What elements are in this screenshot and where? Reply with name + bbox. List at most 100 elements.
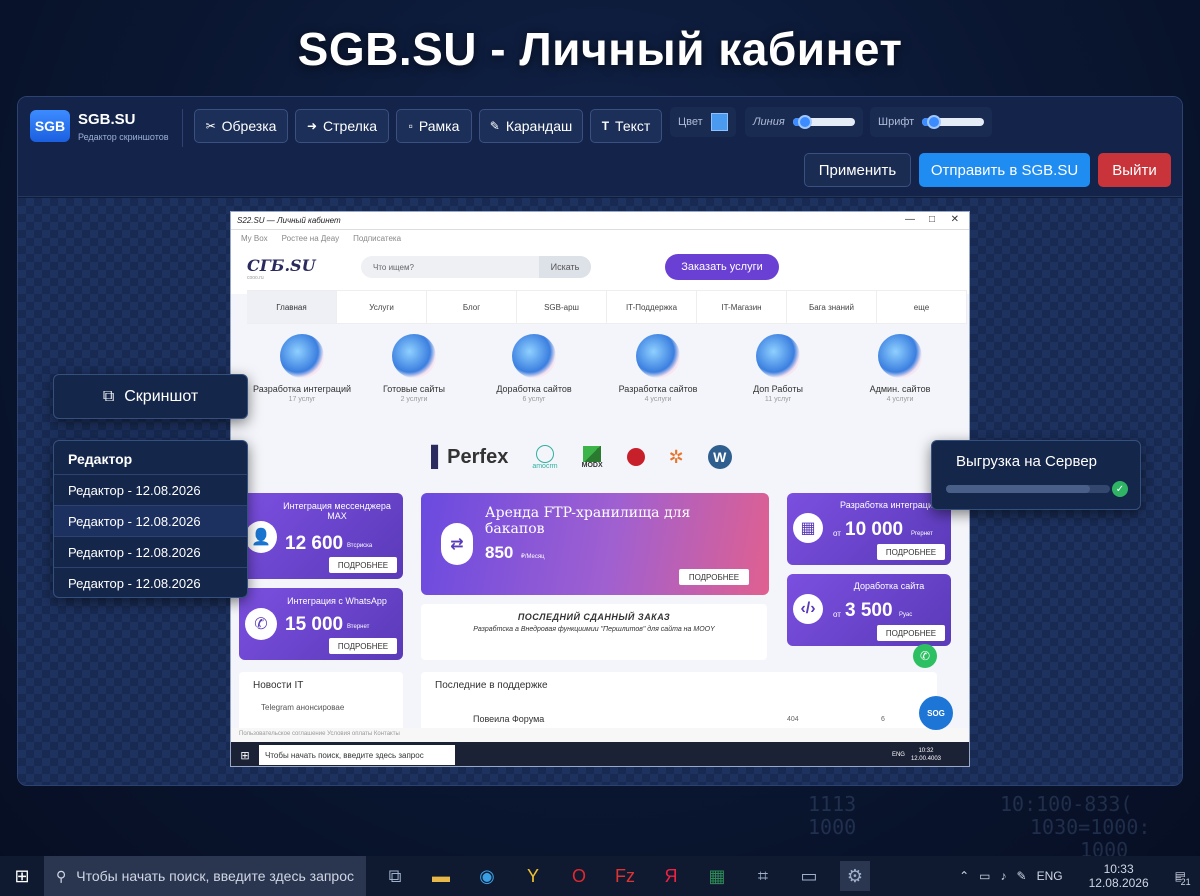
arrow-button[interactable]: ➜ Стрелка [295,109,389,143]
volume-icon[interactable]: ♪ [1001,869,1007,883]
order-services-button[interactable]: Заказать услуги [665,254,779,280]
divider [182,109,183,147]
crop-button[interactable]: ✂ Обрезка [194,109,288,143]
card-max[interactable]: Интеграция мессенджера MAX 👤 12 600 Втср… [239,493,403,579]
color-picker[interactable]: Цвет [670,107,736,137]
category-item[interactable]: Админ. сайтов 4 услуги [845,334,955,403]
card-more-button[interactable]: ПОДРОБНЕЕ [877,625,945,641]
category-item[interactable]: Доработка сайтов 6 услуг [479,334,589,403]
opencart-icon [626,448,645,466]
screenshot-preview[interactable]: S22.SU — Личный кабинет — □ ✕ My Box Рос… [230,211,970,767]
exit-button[interactable]: Выйти [1098,153,1171,187]
taskbar-search-input[interactable]: ⚲ Чтобы начать поиск, введите здесь запро… [44,856,366,896]
font-slider-knob[interactable] [927,115,942,129]
whatsapp-chat-icon[interactable]: ✆ [913,644,937,668]
nav-support[interactable]: IT-Поддержка [607,291,697,323]
card-more-button[interactable]: ПОДРОБНЕЕ [329,638,397,654]
perfex-logo: ▌ Perfex [431,445,509,468]
category-name: Админ. сайтов [869,384,931,394]
active-app-icon[interactable]: ⚙ [840,861,870,891]
nav-home[interactable]: Главная [247,291,337,323]
background-number: 1113 [808,792,857,816]
line-width-slider[interactable] [792,115,855,129]
task-view-icon[interactable]: ⧉ [380,861,410,891]
category-item[interactable]: Готовые сайты 2 услуги [359,334,469,403]
card-more-button[interactable]: ПОДРОБНЕЕ [329,557,397,573]
nav-shop[interactable]: IT-Магазин [697,291,787,323]
windows-start-icon[interactable]: ⊞ [231,749,259,762]
chat-badge[interactable]: SOG [919,696,953,730]
sheet-icon[interactable]: ▦ [702,861,732,891]
app-subtitle: Редактор скриншотов [78,132,169,142]
opera-icon[interactable]: O [564,861,594,891]
line-label: Линия [753,116,785,128]
frame-label: Рамка [418,118,460,134]
edge-icon[interactable]: ◉ [472,861,502,891]
topline-item[interactable]: Ростее на Деау [282,234,339,243]
font-size-slider[interactable] [922,115,984,129]
apply-button[interactable]: Применить [804,153,911,187]
editor-list-item[interactable]: Редактор - 12.08.2026 [54,475,247,506]
screenshot-button[interactable]: ⧉ Скриншот [53,374,248,419]
filezilla-icon[interactable]: Fz [610,861,640,891]
arrow-right-icon: ➜ [306,119,318,133]
taskbar-lang[interactable]: ENG [1037,869,1063,883]
text-button[interactable]: T Текст [590,109,662,143]
topline-item[interactable]: Подписатека [353,234,401,243]
text-label: Текст [615,118,651,134]
amocrm-logo: amocrm [532,444,558,470]
taskbar-search-text: Чтобы начать поиск, введите здесь запрос [76,868,355,884]
editor-list-item[interactable]: Редактор - 12.08.2026 [54,506,247,537]
close-icon[interactable]: ✕ [951,214,959,225]
category-item[interactable]: Доп Работы 11 услуг [723,334,833,403]
topline-item[interactable]: My Box [241,234,268,243]
news-item[interactable]: Telegram анонсировае [261,703,403,712]
support-title: Последние в поддержке [435,680,548,691]
taskbar-clock[interactable]: 10:33 12.08.2026 [1089,862,1149,890]
line-slider-knob[interactable] [797,115,812,129]
editor-list-item[interactable]: Редактор - 12.08.2026 [54,537,247,568]
maximize-icon[interactable]: □ [929,214,935,225]
card-integrations[interactable]: Разработка интеграций ▦ от 10 000 Ргерне… [787,493,951,565]
taskbar-apps: ⧉ ▬ ◉ Y O Fz Я ▦ ⌗ ▭ ⚙ [380,861,870,891]
yandex-browser-icon[interactable]: Y [518,861,548,891]
send-button[interactable]: Отправить в SGB.SU [919,153,1090,187]
scissors-icon: ✂ [205,119,216,133]
nav-kb[interactable]: Бага знаний [787,291,877,323]
support-item[interactable]: Повеила Форума [473,714,544,724]
inner-lang: ENG [891,752,905,758]
yandex-icon[interactable]: Я [656,861,686,891]
notifications-icon[interactable]: ▤ 21 [1175,869,1191,887]
site-logo[interactable]: СГБ.SU [247,256,316,275]
chevron-up-icon[interactable]: ⌃ [959,869,969,883]
card-ftp[interactable]: ⇄ Аренда FTP-хранилища для бакапов 850 ₽… [421,493,769,595]
site-search-input[interactable]: Что ищем? Искать [361,256,591,278]
network-app-icon[interactable]: ⌗ [748,861,778,891]
modx-logo: MODX [582,445,603,469]
category-name: Разработка сайтов [618,384,698,394]
category-item[interactable]: Разработка интеграций 17 услуг [247,334,357,403]
windows-start-icon[interactable]: ⊞ [0,861,44,891]
inner-search-input[interactable]: Чтобы начать поиск, введите здесь запрос [259,745,455,765]
card-more-button[interactable]: ПОДРОБНЕЕ [679,569,749,585]
editor-list-item[interactable]: Редактор - 12.08.2026 [54,568,247,597]
pencil-button[interactable]: ✎ Карандаш [479,109,583,143]
color-swatch[interactable] [710,113,728,131]
text-icon: T [601,119,610,133]
category-item[interactable]: Разработка сайтов 4 услуги [603,334,713,403]
nav-more[interactable]: еще [877,291,967,323]
card-more-button[interactable]: ПОДРОБНЕЕ [877,544,945,560]
folder-icon[interactable]: ▬ [426,861,456,891]
card-whatsapp[interactable]: Интеграция с WhatsApp ✆ 15 000 Втернет П… [239,588,403,660]
card-title: Доработка сайта [853,581,925,591]
minimize-icon[interactable]: — [905,214,915,225]
frame-button[interactable]: ▫ Рамка [396,109,472,143]
site-search-button[interactable]: Искать [539,256,591,278]
terminal-icon[interactable]: ▭ [794,861,824,891]
nav-services[interactable]: Услуги [337,291,427,323]
nav-app[interactable]: SGB-apш [517,291,607,323]
monitor-icon[interactable]: ▭ [979,869,990,883]
nav-blog[interactable]: Блог [427,291,517,323]
card-improvements[interactable]: Доработка сайта ‹/› от 3 500 Руас ПОДРОБ… [787,574,951,646]
pen-icon[interactable]: ✎ [1017,869,1027,883]
